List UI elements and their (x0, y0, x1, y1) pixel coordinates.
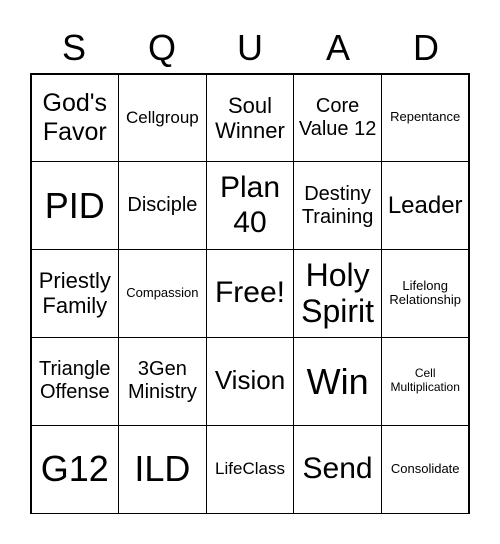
cell-text: Priestly Family (38, 268, 111, 319)
cell-text: Compassion (126, 285, 199, 301)
cell-text: Leader (387, 191, 463, 219)
cell-text: Cell Multiplication (390, 366, 460, 395)
bingo-cell[interactable]: Consolidate (380, 424, 470, 514)
bingo-cell[interactable]: Cell Multiplication (380, 336, 470, 426)
cell-text: Core Value 12 (298, 94, 377, 140)
cell-text: PID (44, 185, 105, 226)
cell-text: Plan 40 (219, 171, 281, 239)
cell-text: Send (302, 451, 373, 485)
bingo-cell[interactable]: 3Gen Ministry (118, 336, 207, 426)
bingo-cell[interactable]: Cellgroup (118, 73, 207, 163)
cell-text: G12 (40, 448, 109, 490)
header-letter: U (237, 27, 263, 68)
cell-text: Holy Spirit (301, 256, 375, 330)
bingo-cell[interactable]: Soul Winner (205, 73, 295, 163)
cell-text: Triangle Offense (39, 358, 111, 404)
cell-text: ILD (134, 448, 191, 490)
bingo-cell[interactable]: Holy Spirit (293, 249, 382, 338)
bingo-cell[interactable]: Compassion (118, 249, 207, 338)
bingo-cell[interactable]: Win (293, 336, 382, 426)
bingo-cell[interactable]: Vision (205, 336, 295, 426)
header-letter: D (413, 27, 439, 68)
bingo-cell[interactable]: Disciple (118, 161, 207, 251)
cell-text: Vision (214, 365, 286, 396)
bingo-cell[interactable]: Repentance (380, 73, 470, 163)
cell-text: Repentance (390, 109, 461, 125)
cell-text: 3Gen Ministry (127, 358, 197, 404)
cell-text: Destiny Training (301, 182, 374, 228)
bingo-cell[interactable]: Free! (205, 249, 295, 338)
bingo-cell[interactable]: G12 (30, 424, 120, 514)
bingo-cell[interactable]: Triangle Offense (30, 336, 120, 426)
bingo-cell[interactable]: Leader (380, 161, 470, 251)
cell-text: Lifelong Relationship (389, 277, 461, 308)
cell-text: Cellgroup (126, 108, 199, 128)
bingo-cell[interactable]: Destiny Training (293, 161, 382, 251)
cell-text: Free! (214, 276, 285, 310)
bingo-cell[interactable]: Plan 40 (205, 161, 295, 251)
bingo-cell[interactable]: LifeClass (205, 424, 295, 514)
bingo-cell[interactable]: God's Favor (30, 73, 120, 163)
bingo-cell[interactable]: Send (293, 424, 382, 514)
cell-text: Win (306, 360, 369, 402)
header-letter: S (61, 27, 86, 68)
bingo-cell[interactable]: ILD (118, 424, 207, 514)
bingo-cell[interactable]: Lifelong Relationship (380, 249, 470, 338)
header-letter: A (325, 27, 350, 68)
cell-text: Soul Winner (215, 92, 285, 143)
bingo-cell[interactable]: Core Value 12 (293, 73, 382, 163)
bingo-cell[interactable]: PID (30, 161, 120, 251)
bingo-grid: God's Favor Cellgroup Soul Winner Core Valu… (30, 73, 470, 514)
cell-text: Consolidate (390, 460, 460, 476)
cell-text: God's Favor (42, 89, 108, 146)
header-letter: Q (147, 27, 176, 68)
cell-text: LifeClass (215, 459, 285, 479)
bingo-cell[interactable]: Priestly Family (30, 249, 120, 338)
cell-text: Disciple (127, 194, 198, 217)
bingo-header: S Q U A D (30, 24, 470, 72)
